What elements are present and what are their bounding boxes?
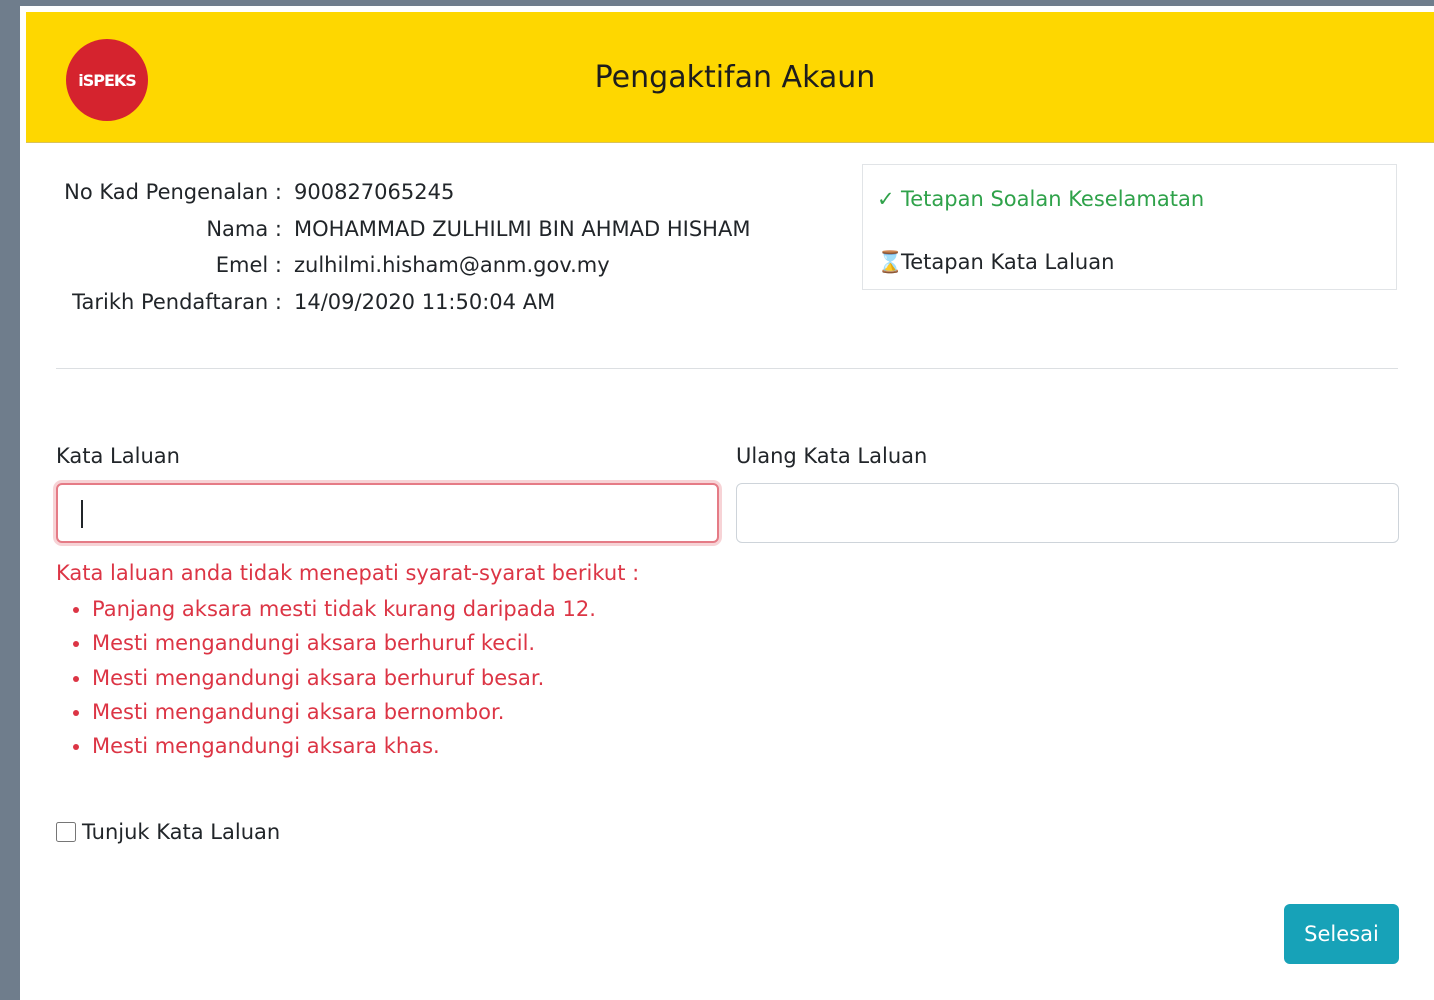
page-title: Pengaktifan Akaun	[594, 60, 876, 95]
info-row-email: Emel : zulhilmi.hisham@anm.gov.my	[60, 247, 750, 284]
hourglass-icon: ⌛	[877, 250, 904, 274]
account-info: No Kad Pengenalan : 900827065245 Nama : …	[60, 174, 750, 320]
name-label: Nama :	[206, 216, 282, 241]
error-list: Panjang aksara mesti tidak kurang daripa…	[56, 592, 639, 763]
error-title: Kata laluan anda tidak menepati syarat-s…	[56, 561, 640, 585]
show-password-label: Tunjuk Kata Laluan	[82, 820, 281, 844]
password-label: Kata Laluan	[56, 444, 180, 468]
modal-header: iSPEKS Pengaktifan Akaun	[26, 12, 1434, 143]
info-row-name: Nama : MOHAMMAD ZULHILMI BIN AHMAD HISHA…	[60, 211, 750, 248]
registration-date-value: 14/09/2020 11:50:04 AM	[294, 289, 556, 314]
error-item: Mesti mengandungi aksara berhuruf kecil.	[92, 626, 639, 660]
email-label: Emel :	[215, 253, 282, 277]
name-value: MOHAMMAD ZULHILMI BIN AHMAD HISHAM	[294, 216, 751, 241]
error-item: Mesti mengandungi aksara khas.	[92, 729, 639, 763]
info-row-ic: No Kad Pengenalan : 900827065245	[60, 174, 750, 211]
section-divider	[56, 368, 1398, 369]
confirm-password-label: Ulang Kata Laluan	[736, 444, 928, 468]
step-security-questions: ✓ Tetapan Soalan Keselamatan	[877, 187, 1204, 211]
email-value: zulhilmi.hisham@anm.gov.my	[294, 253, 610, 277]
info-row-registration-date: Tarikh Pendaftaran : 14/09/2020 11:50:04…	[60, 284, 750, 321]
text-caret	[81, 500, 83, 528]
ic-value: 900827065245	[294, 180, 455, 204]
check-icon: ✓	[877, 187, 895, 211]
show-password-toggle[interactable]: Tunjuk Kata Laluan	[56, 820, 280, 844]
step-password-label: Tetapan Kata Laluan	[901, 250, 1115, 274]
registration-date-label: Tarikh Pendaftaran :	[72, 289, 282, 314]
step-security-questions-label: Tetapan Soalan Keselamatan	[901, 187, 1205, 211]
error-item: Mesti mengandungi aksara bernombor.	[92, 695, 639, 729]
error-item: Mesti mengandungi aksara berhuruf besar.	[92, 661, 639, 695]
finish-button[interactable]: Selesai	[1284, 904, 1399, 964]
error-item: Panjang aksara mesti tidak kurang daripa…	[92, 592, 639, 626]
ic-label: No Kad Pengenalan :	[64, 180, 282, 204]
account-activation-modal: iSPEKS Pengaktifan Akaun No Kad Pengenal…	[14, 6, 1434, 1000]
password-error-message: Kata laluan anda tidak menepati syarat-s…	[56, 558, 639, 763]
password-input[interactable]	[56, 483, 719, 543]
setup-steps-panel: ✓ Tetapan Soalan Keselamatan ⌛Tetapan Kat…	[862, 164, 1397, 290]
step-password: ⌛Tetapan Kata Laluan	[877, 250, 1114, 275]
confirm-password-input[interactable]	[736, 483, 1399, 543]
show-password-checkbox[interactable]	[56, 822, 76, 842]
